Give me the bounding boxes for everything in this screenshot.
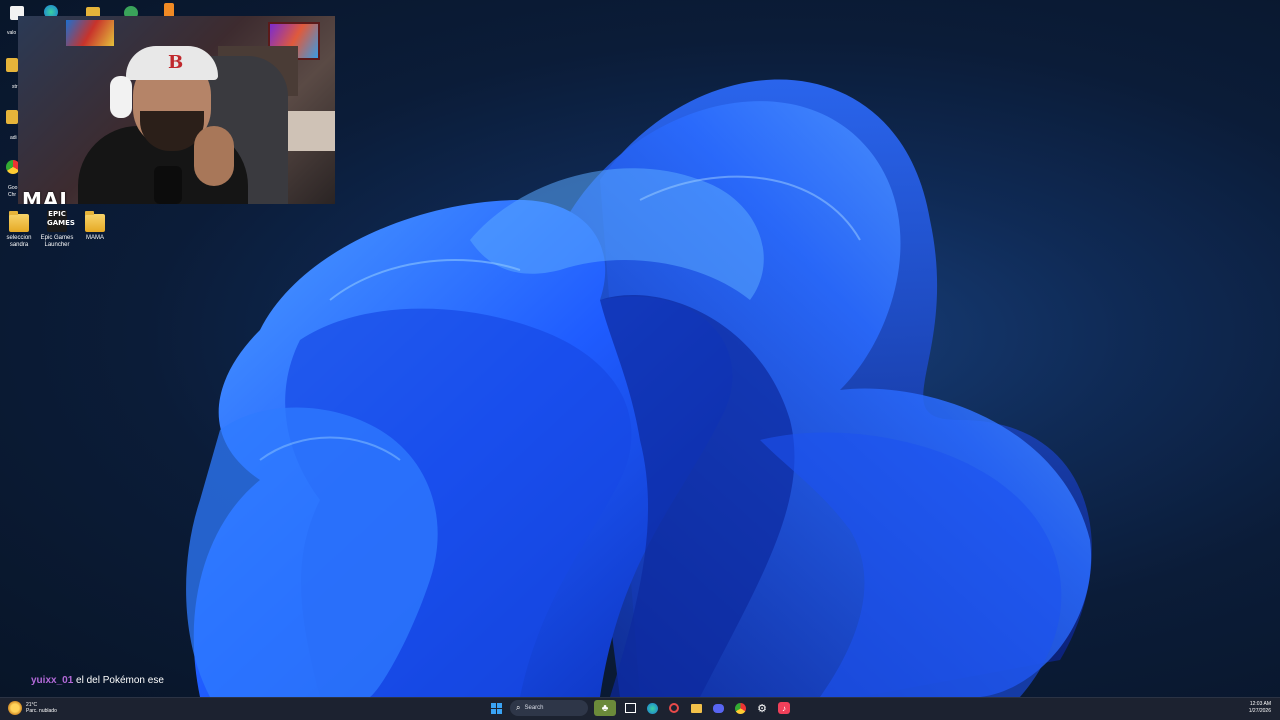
- clock-time: 12:03 AM: [1249, 701, 1271, 707]
- taskbar-center: ⌕ Search ♣ ⚙ ♪: [488, 700, 792, 716]
- desktop-icon-seleccion-sandra[interactable]: seleccion sandra: [0, 211, 38, 249]
- desktop-icon-epic-games[interactable]: EPIC GAMES Epic Games Launcher: [38, 210, 76, 249]
- desktop-icon-label: MAMA: [86, 235, 104, 241]
- background-table: [286, 111, 335, 151]
- taskbar: 21°C Parc. nublado ⌕ Search ♣ ⚙ ♪ 12:03 …: [0, 697, 1280, 720]
- chrome-icon[interactable]: [732, 700, 748, 716]
- weather-condition: Parc. nublado: [26, 708, 57, 714]
- cap-logo: B: [168, 52, 184, 73]
- desktop-icon-label: Epic Games Launcher: [40, 235, 74, 248]
- weather-widget[interactable]: 21°C Parc. nublado: [8, 701, 57, 715]
- folder-icon: [85, 211, 105, 232]
- microphone: [154, 166, 182, 204]
- chat-text: el del Pokémon ese: [76, 675, 164, 686]
- start-button[interactable]: [488, 700, 504, 716]
- headphones: [110, 76, 132, 118]
- streamer-hand: [194, 126, 234, 186]
- discord-icon[interactable]: [710, 700, 726, 716]
- overlay-text: MAI: [22, 188, 68, 204]
- folder-icon: [9, 211, 29, 232]
- weather-icon: [8, 701, 22, 715]
- folder-icon[interactable]: [6, 110, 18, 124]
- file-explorer-icon[interactable]: [688, 700, 704, 716]
- task-view-icon[interactable]: [622, 700, 638, 716]
- music-icon[interactable]: ♪: [776, 700, 792, 716]
- desktop-icon-label-partial: valo: [7, 30, 17, 36]
- wall-poster: [66, 20, 114, 46]
- search-label: Search: [524, 705, 544, 711]
- taskbar-search[interactable]: ⌕ Search: [510, 700, 588, 716]
- vlc-icon[interactable]: [164, 3, 174, 17]
- folder-icon[interactable]: [6, 58, 18, 72]
- desktop-icon-label-partial: adi: [10, 135, 17, 141]
- chat-message: yuixx_01 el del Pokémon ese: [31, 675, 164, 686]
- system-clock[interactable]: 12:03 AM 1/27/2026: [1249, 701, 1271, 715]
- edge-icon[interactable]: [644, 700, 660, 716]
- search-icon: ⌕: [516, 703, 521, 712]
- chat-username: yuixx_01: [31, 675, 74, 686]
- epic-games-logo-text: EPIC GAMES: [47, 210, 75, 227]
- desktop-icon-mama[interactable]: MAMA: [76, 211, 114, 242]
- desktop-icon-label-partial: str: [12, 84, 18, 90]
- clock-icon[interactable]: [666, 700, 682, 716]
- windows-logo-icon: [490, 702, 502, 714]
- game-icon[interactable]: ♣: [594, 700, 616, 716]
- clock-date: 1/27/2026: [1248, 708, 1271, 714]
- settings-icon[interactable]: ⚙: [754, 700, 770, 716]
- webcam-overlay: B MAI: [18, 16, 335, 204]
- epic-games-icon: EPIC GAMES: [47, 210, 75, 232]
- desktop-icon-label: seleccion sandra: [6, 235, 32, 248]
